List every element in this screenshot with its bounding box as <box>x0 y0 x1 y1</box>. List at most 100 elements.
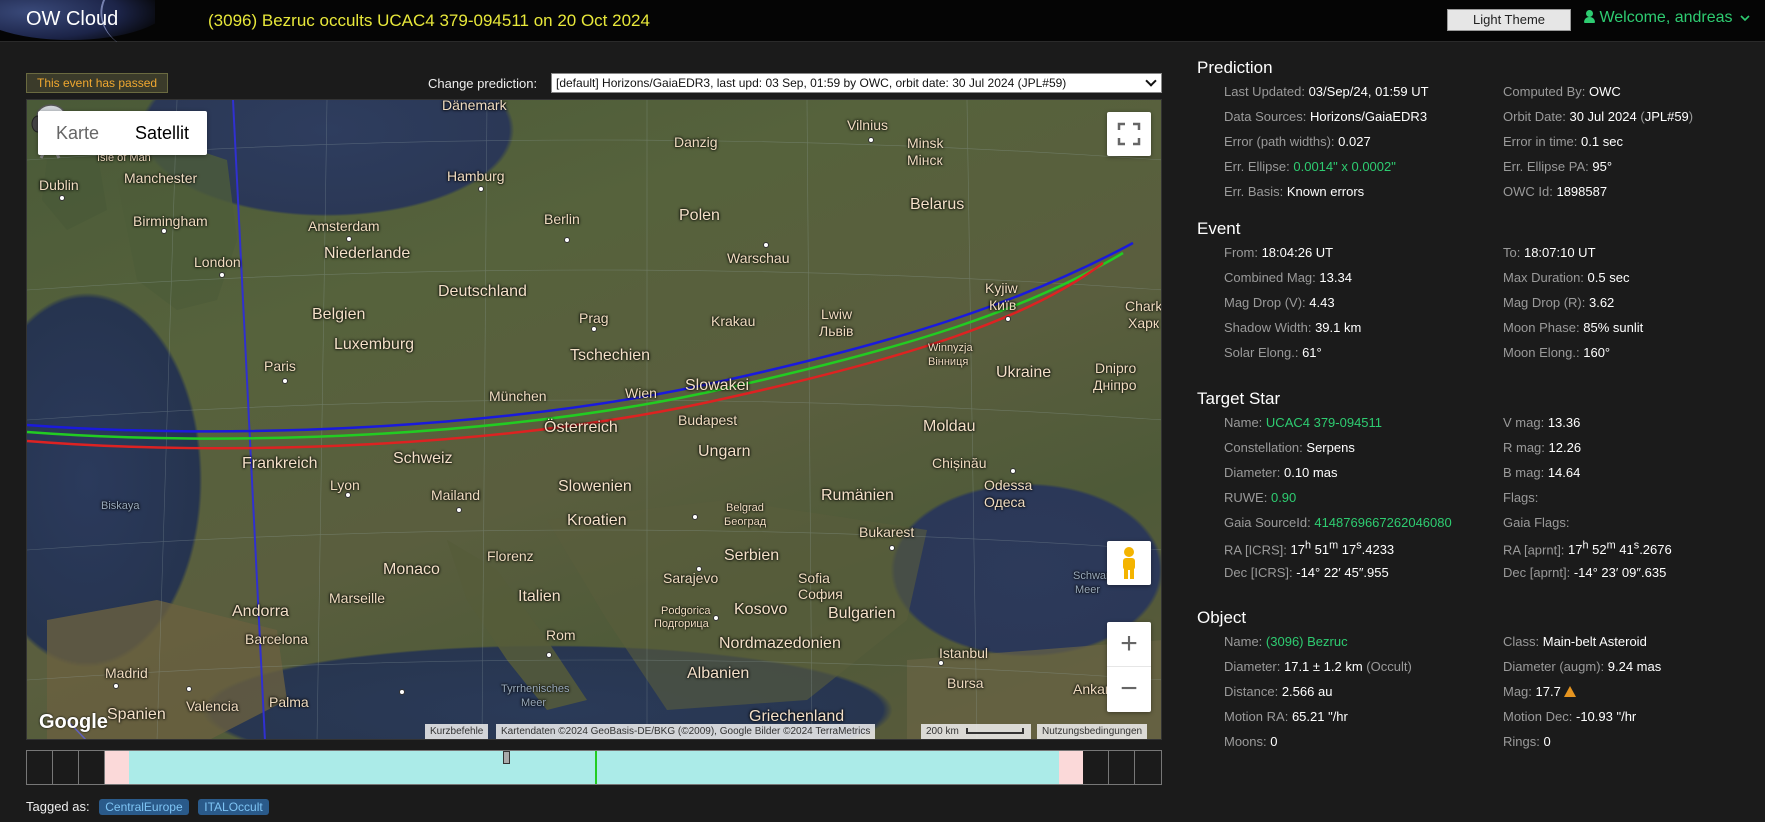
map-label: Belarus <box>910 196 965 213</box>
last-updated-value: 03/Sep/24, 01:59 UT <box>1308 84 1429 99</box>
map-label: Lwiw <box>821 306 853 322</box>
map-type-control: Karte Satellit <box>38 111 208 155</box>
timeline-margin-end <box>1059 751 1083 784</box>
object-name-link[interactable]: (3096) Bezruc <box>1266 634 1348 649</box>
map-label: Mailand <box>431 487 481 503</box>
label: Mag Drop (V): <box>1224 295 1306 310</box>
label: Flags: <box>1503 490 1539 505</box>
logo[interactable]: OW Cloud <box>0 0 155 42</box>
city-dot <box>868 137 874 143</box>
city-dot <box>564 237 570 243</box>
zoom-out-button[interactable]: − <box>1107 667 1151 712</box>
ra-aprnt-frac: .2676 <box>1639 542 1672 558</box>
map-scale-label: 200 km <box>926 726 959 737</box>
chevron-down-icon <box>1145 75 1157 87</box>
map-label: Polen <box>679 207 720 224</box>
map-label: Београд <box>724 516 767 528</box>
map-label: Monaco <box>383 561 440 578</box>
moon-phase-value: 85% sunlit <box>1583 320 1644 335</box>
map-label: Niederlande <box>324 245 411 262</box>
ra-icrs-m: 51 <box>1314 542 1330 558</box>
prediction-heading: Prediction <box>1197 58 1273 77</box>
target-star-panel: Target Star Name: UCAC4 379-094511 V mag… <box>1197 389 1757 590</box>
star-name-link[interactable]: UCAC4 379-094511 <box>1266 415 1382 430</box>
map-type-satellit[interactable]: Satellit <box>117 111 207 155</box>
tag-central-europe[interactable]: CentralEurope <box>99 799 189 815</box>
change-prediction-label: Change prediction: <box>428 76 538 91</box>
map-label: Sofia <box>798 570 830 586</box>
label: From: <box>1224 245 1258 260</box>
map-label: Budapest <box>678 412 738 428</box>
map-label: Prag <box>579 310 609 326</box>
err-ellipse-pa-value: 95° <box>1592 159 1613 174</box>
event-panel: Event From: 18:04:26 UT To: 18:07:10 UT … <box>1197 219 1757 370</box>
label: Diameter: <box>1224 659 1281 674</box>
map-label: Belgrad <box>726 502 764 514</box>
map-label: Bukarest <box>859 524 915 540</box>
city-dot <box>478 186 484 192</box>
map-label: Birmingham <box>133 213 208 229</box>
to-value: 18:07:10 UT <box>1523 245 1596 260</box>
rings-value: 0 <box>1543 734 1551 749</box>
label: Combined Mag: <box>1224 270 1316 285</box>
label: Mag: <box>1503 684 1532 699</box>
prediction-select[interactable]: [default] Horizons/GaiaEDR3, last upd: 0… <box>551 73 1162 93</box>
chevron-down-icon <box>1740 15 1750 22</box>
label: Err. Ellipse: <box>1224 159 1290 174</box>
fullscreen-icon <box>1117 122 1141 146</box>
fullscreen-button[interactable] <box>1107 112 1151 156</box>
ruwe-link[interactable]: 0.90 <box>1271 490 1296 505</box>
street-view-button[interactable] <box>1107 541 1151 585</box>
err-ellipse-link[interactable]: 0.0014" x 0.0002" <box>1293 159 1395 174</box>
timeline-center-marker <box>595 751 597 784</box>
map-scale[interactable]: 200 km <box>921 724 1031 739</box>
label: Computed By: <box>1503 84 1586 99</box>
label: R mag: <box>1503 440 1545 455</box>
label: Moons: <box>1224 734 1267 749</box>
timeline-event-window <box>129 751 1059 784</box>
map-label: Marseille <box>329 590 386 606</box>
map-label: Мінск <box>907 152 943 168</box>
map-label: Madrid <box>105 665 148 681</box>
map-label: Ukraine <box>996 364 1052 381</box>
map-type-karte[interactable]: Karte <box>38 111 117 155</box>
light-theme-button[interactable]: Light Theme <box>1447 9 1571 31</box>
label: Shadow Width: <box>1224 320 1312 335</box>
city-dot <box>456 507 462 513</box>
map-label: Andorra <box>232 603 289 620</box>
warning-icon[interactable] <box>1563 686 1576 697</box>
map-data-attribution[interactable]: Kartendaten ©2024 GeoBasis-DE/BKG (©2009… <box>496 724 876 739</box>
ra-aprnt-h: 17 <box>1568 542 1583 558</box>
map-label: Київ <box>989 297 1017 313</box>
city-dot <box>889 545 895 551</box>
city-dot <box>399 689 405 695</box>
zoom-in-button[interactable]: + <box>1107 622 1151 667</box>
map-scale-bar <box>965 728 1024 734</box>
timeline-slider-handle[interactable] <box>503 751 510 764</box>
tag-italoccult[interactable]: ITALOccult <box>198 799 269 815</box>
map-label: Österreich <box>544 419 618 436</box>
gaia-source-id-link[interactable]: 4148769667262046080 <box>1314 515 1451 530</box>
occultation-map[interactable]: Dänemark Dublin Isle of Man Manchester B… <box>26 99 1162 740</box>
map-label: Dublin <box>39 177 79 193</box>
map-label: Hamburg <box>447 168 505 184</box>
orbit-date-value: 30 Jul 2024 <box>1569 109 1637 124</box>
label: Gaia Flags: <box>1503 515 1570 530</box>
page-title: (3096) Bezruc occults UCAC4 379-094511 o… <box>208 11 650 30</box>
user-menu[interactable]: Welcome, andreas <box>1572 9 1750 27</box>
label: Err. Basis: <box>1224 184 1284 199</box>
map-label: Vilnius <box>847 117 888 133</box>
orbit-jpl-link[interactable]: JPL#59 <box>1645 109 1689 124</box>
label: RA [aprnt]: <box>1503 542 1565 558</box>
map-label: London <box>194 254 241 270</box>
label: Name: <box>1224 634 1263 649</box>
diameter-source: (Occult) <box>1366 659 1412 674</box>
keyboard-shortcuts-link[interactable]: Kurzbefehle <box>425 724 489 739</box>
ra-icrs-frac: .4233 <box>1361 542 1395 558</box>
map-label: Харк <box>1128 315 1160 331</box>
event-timeline[interactable] <box>26 750 1162 785</box>
map-label: Wien <box>625 385 657 401</box>
map-label: Ungarn <box>698 443 751 460</box>
pegman-icon <box>1123 547 1135 579</box>
terms-link[interactable]: Nutzungsbedingungen <box>1037 724 1148 739</box>
